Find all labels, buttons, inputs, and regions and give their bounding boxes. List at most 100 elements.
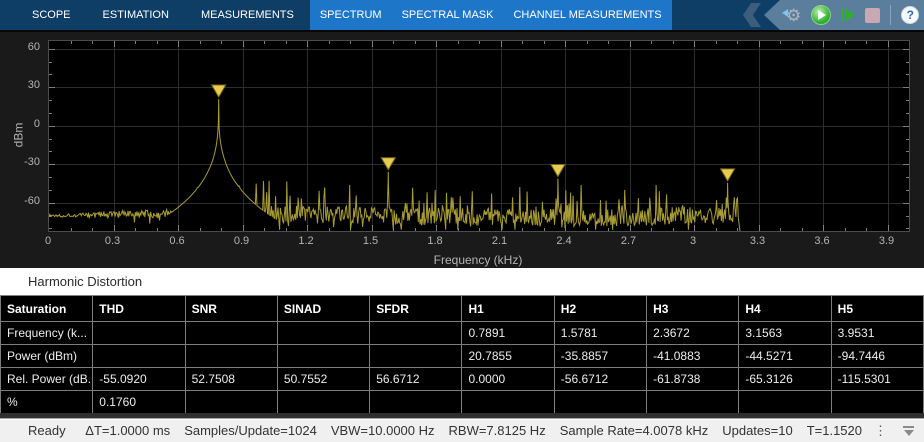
step-forward-bar-icon (841, 8, 844, 22)
table-header-cell: H2 (554, 296, 646, 322)
stop-button[interactable] (865, 8, 880, 23)
y-tick-label: 0 (2, 118, 40, 130)
y-tick-label: -30 (2, 156, 40, 168)
x-axis-label: Frequency (kHz) (48, 253, 908, 267)
status-stat: Samples/Update=1024 (184, 423, 317, 438)
table-cell (647, 391, 739, 414)
x-tick-label: 0.3 (91, 235, 135, 247)
table-cell: -115.5301 (831, 368, 923, 391)
harmonic-marker-icon (721, 169, 735, 181)
x-tick-label: 2.7 (607, 235, 651, 247)
table-header-cell: SNR (185, 296, 277, 322)
harmonic-marker-icon (381, 158, 395, 170)
table-cell: 1.5781 (554, 322, 646, 345)
table-cell: 3.9531 (831, 322, 923, 345)
status-stat: T=1.1520 (807, 423, 862, 438)
table-header-cell: H4 (739, 296, 831, 322)
harmonic-marker-icon (212, 85, 226, 97)
table-cell (831, 391, 923, 414)
playback-toolbar: ⚙ ? (764, 0, 924, 30)
x-tick-label: 3.9 (865, 235, 909, 247)
x-tick-label: 3.6 (800, 235, 844, 247)
status-ready-label: Ready (28, 423, 66, 438)
table-cell: 2.3672 (647, 322, 739, 345)
run-button[interactable] (811, 5, 831, 25)
table-cell (185, 345, 277, 368)
table-cell (370, 345, 462, 368)
x-tick-label: 2.4 (542, 235, 586, 247)
measurement-panel-header: Harmonic Distortion (0, 268, 924, 295)
table-cell: Rel. Power (dB... (1, 368, 93, 391)
status-stat: ΔT=1.0000 ms (85, 423, 170, 438)
spectrum-analyzer-window: SCOPEESTIMATIONMEASUREMENTSSPECTRUMSPECT… (0, 0, 924, 442)
tab-spectrum[interactable]: SPECTRUM (310, 0, 392, 30)
table-header-cell: Saturation (1, 296, 93, 322)
table-cell: -35.8857 (554, 345, 646, 368)
x-tick-label: 1.8 (413, 235, 457, 247)
table-cell: -61.8738 (647, 368, 739, 391)
tab-spectral-mask[interactable]: SPECTRAL MASK (392, 0, 504, 30)
table-header-cell: SFDR (370, 296, 462, 322)
table-header-cell: H1 (462, 296, 554, 322)
table-header-cell: SINAD (277, 296, 369, 322)
x-tick-label: 1.2 (284, 235, 328, 247)
x-tick-label: 2.1 (478, 235, 522, 247)
step-forward-triangle-icon (845, 8, 855, 22)
tab-scope[interactable]: SCOPE (16, 0, 87, 30)
status-stat: RBW=7.8125 Hz (449, 423, 546, 438)
x-tick-label: 3.3 (736, 235, 780, 247)
harmonic-distortion-table-wrap: SaturationTHDSNRSINADSFDRH1H2H3H4H5H6Fre… (0, 295, 924, 414)
table-row: Power (dBm)20.7855-35.8857-41.0883-44.52… (1, 345, 924, 368)
table-cell: 0.7891 (462, 322, 554, 345)
table-header-cell: THD (93, 296, 185, 322)
tab-estimation[interactable]: ESTIMATION (87, 0, 185, 30)
spectrum-trace (49, 41, 909, 231)
dock-handle-icon[interactable] (903, 426, 914, 436)
table-cell (739, 391, 831, 414)
table-cell (554, 391, 646, 414)
status-stat: Sample Rate=4.0078 kHz (560, 423, 709, 438)
toolbar-divider (890, 5, 891, 25)
table-cell: % (1, 391, 93, 414)
table-cell (93, 345, 185, 368)
table-cell: 56.6712 (370, 368, 462, 391)
table-cell: -94.7446 (831, 345, 923, 368)
table-cell: 3.1563 (739, 322, 831, 345)
help-button[interactable]: ? (901, 6, 919, 24)
x-tick-label: 0.6 (155, 235, 199, 247)
harmonic-distortion-table: SaturationTHDSNRSINADSFDRH1H2H3H4H5H6Fre… (0, 295, 924, 414)
table-cell: -44.5271 (739, 345, 831, 368)
x-tick-label: 0.9 (220, 235, 264, 247)
table-row: %0.1760 (1, 391, 924, 414)
tab-channel-measurements[interactable]: CHANNEL MEASUREMENTS (503, 0, 671, 30)
table-cell: Frequency (k... (1, 322, 93, 345)
table-cell: -65.3126 (739, 368, 831, 391)
gear-icon: ⚙ (786, 7, 801, 24)
y-tick-label: 60 (2, 41, 40, 53)
table-header-cell: H5 (831, 296, 923, 322)
table-cell (93, 322, 185, 345)
step-forward-button[interactable] (841, 8, 855, 22)
table-cell: -55.0920 (93, 368, 185, 391)
plot-axes (48, 40, 910, 232)
table-cell: 20.7855 (462, 345, 554, 368)
stepping-options-button[interactable]: ⚙ (786, 7, 801, 24)
table-cell (185, 322, 277, 345)
table-cell (185, 391, 277, 414)
table-cell: 0.0000 (462, 368, 554, 391)
play-icon (818, 10, 826, 20)
overflow-menu-icon[interactable]: ⋮ (874, 423, 887, 439)
table-cell (277, 322, 369, 345)
table-cell: 50.7552 (277, 368, 369, 391)
tab-measurements[interactable]: MEASUREMENTS (185, 0, 310, 30)
tabbar-spacer (0, 0, 16, 30)
x-tick-label: 1.5 (349, 235, 393, 247)
y-tick-label: -60 (2, 195, 40, 207)
spectrum-plot-panel: dBm Frequency (kHz) 00.30.60.91.21.51.82… (0, 30, 924, 268)
table-cell: -41.0883 (647, 345, 739, 368)
table-cell (277, 345, 369, 368)
harmonic-marker-icon (551, 165, 565, 177)
table-cell: 52.7508 (185, 368, 277, 391)
table-cell (370, 391, 462, 414)
status-stat: VBW=10.0000 Hz (331, 423, 435, 438)
